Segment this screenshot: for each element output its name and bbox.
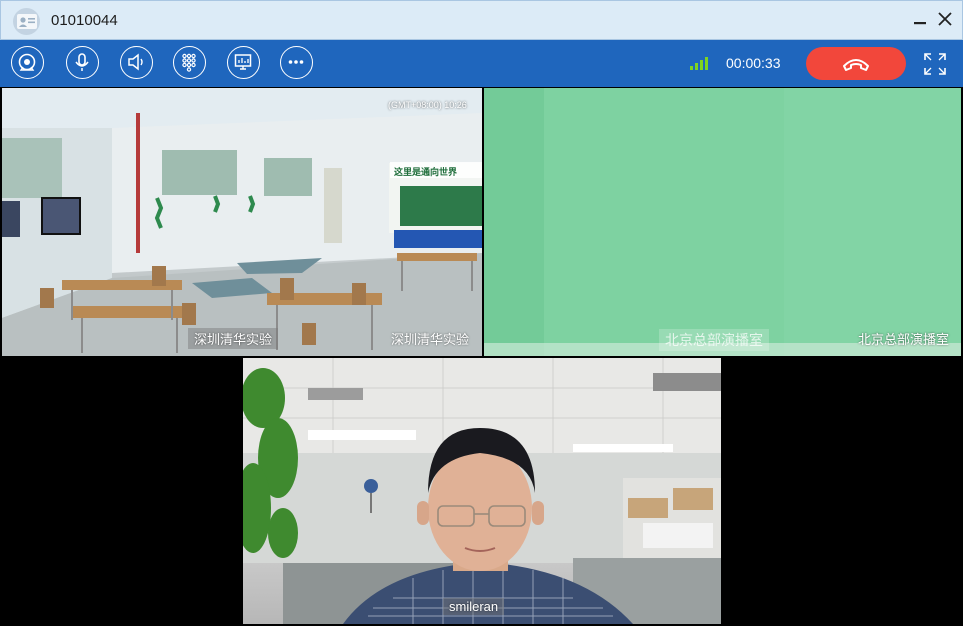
fullscreen-button[interactable] <box>923 52 947 76</box>
signal-strength-icon <box>690 57 708 70</box>
studio-video-feed <box>484 88 961 356</box>
video-tile-office[interactable]: smileran <box>243 358 721 624</box>
screen-share-button[interactable] <box>227 46 260 79</box>
hangup-button[interactable] <box>806 47 906 80</box>
camera-button[interactable] <box>11 46 44 79</box>
call-duration: 00:00:33 <box>726 55 781 71</box>
speaker-button[interactable] <box>120 46 153 79</box>
camera-icon <box>18 53 36 71</box>
dialpad-button[interactable] <box>173 46 206 79</box>
minimize-button[interactable] <box>909 7 931 31</box>
classroom-timestamp: (GMT+08:00) 10:26 <box>388 100 467 110</box>
close-button[interactable] <box>934 7 956 31</box>
video-letterbox-right <box>722 358 961 624</box>
video-tile-studio[interactable]: 北京总部演播室 北京总部演播室 <box>484 88 961 356</box>
classroom-wall-sign: 这里是通向世界 <box>394 167 458 177</box>
classroom-participant-name: 深圳清华实验 <box>391 332 470 347</box>
speaker-icon <box>128 53 143 71</box>
more-options-button[interactable] <box>280 46 313 79</box>
screen-share-icon <box>234 54 252 70</box>
office-participant-name: smileran <box>443 598 505 615</box>
window-title: 01010044 <box>51 12 118 29</box>
microphone-icon <box>75 53 89 71</box>
studio-participant-name: 北京总部演播室 <box>858 332 950 347</box>
office-video-feed <box>243 358 721 624</box>
microphone-button[interactable] <box>66 46 99 79</box>
phone-hangup-icon <box>843 59 869 71</box>
fullscreen-icon <box>924 53 946 75</box>
classroom-embedded-name: 深圳清华实验 <box>188 328 279 349</box>
video-tile-classroom[interactable]: 这里是通向世界 (GMT+08:00) 10:26 深圳清华实验 深圳清华实验 <box>2 88 482 356</box>
video-letterbox-left <box>2 358 242 624</box>
studio-embedded-name: 北京总部演播室 <box>659 329 769 351</box>
dialpad-icon <box>182 53 196 72</box>
classroom-video-feed <box>2 88 482 356</box>
title-bar: 01010044 <box>0 0 963 40</box>
more-icon <box>288 60 304 64</box>
contact-avatar-icon <box>13 8 40 35</box>
